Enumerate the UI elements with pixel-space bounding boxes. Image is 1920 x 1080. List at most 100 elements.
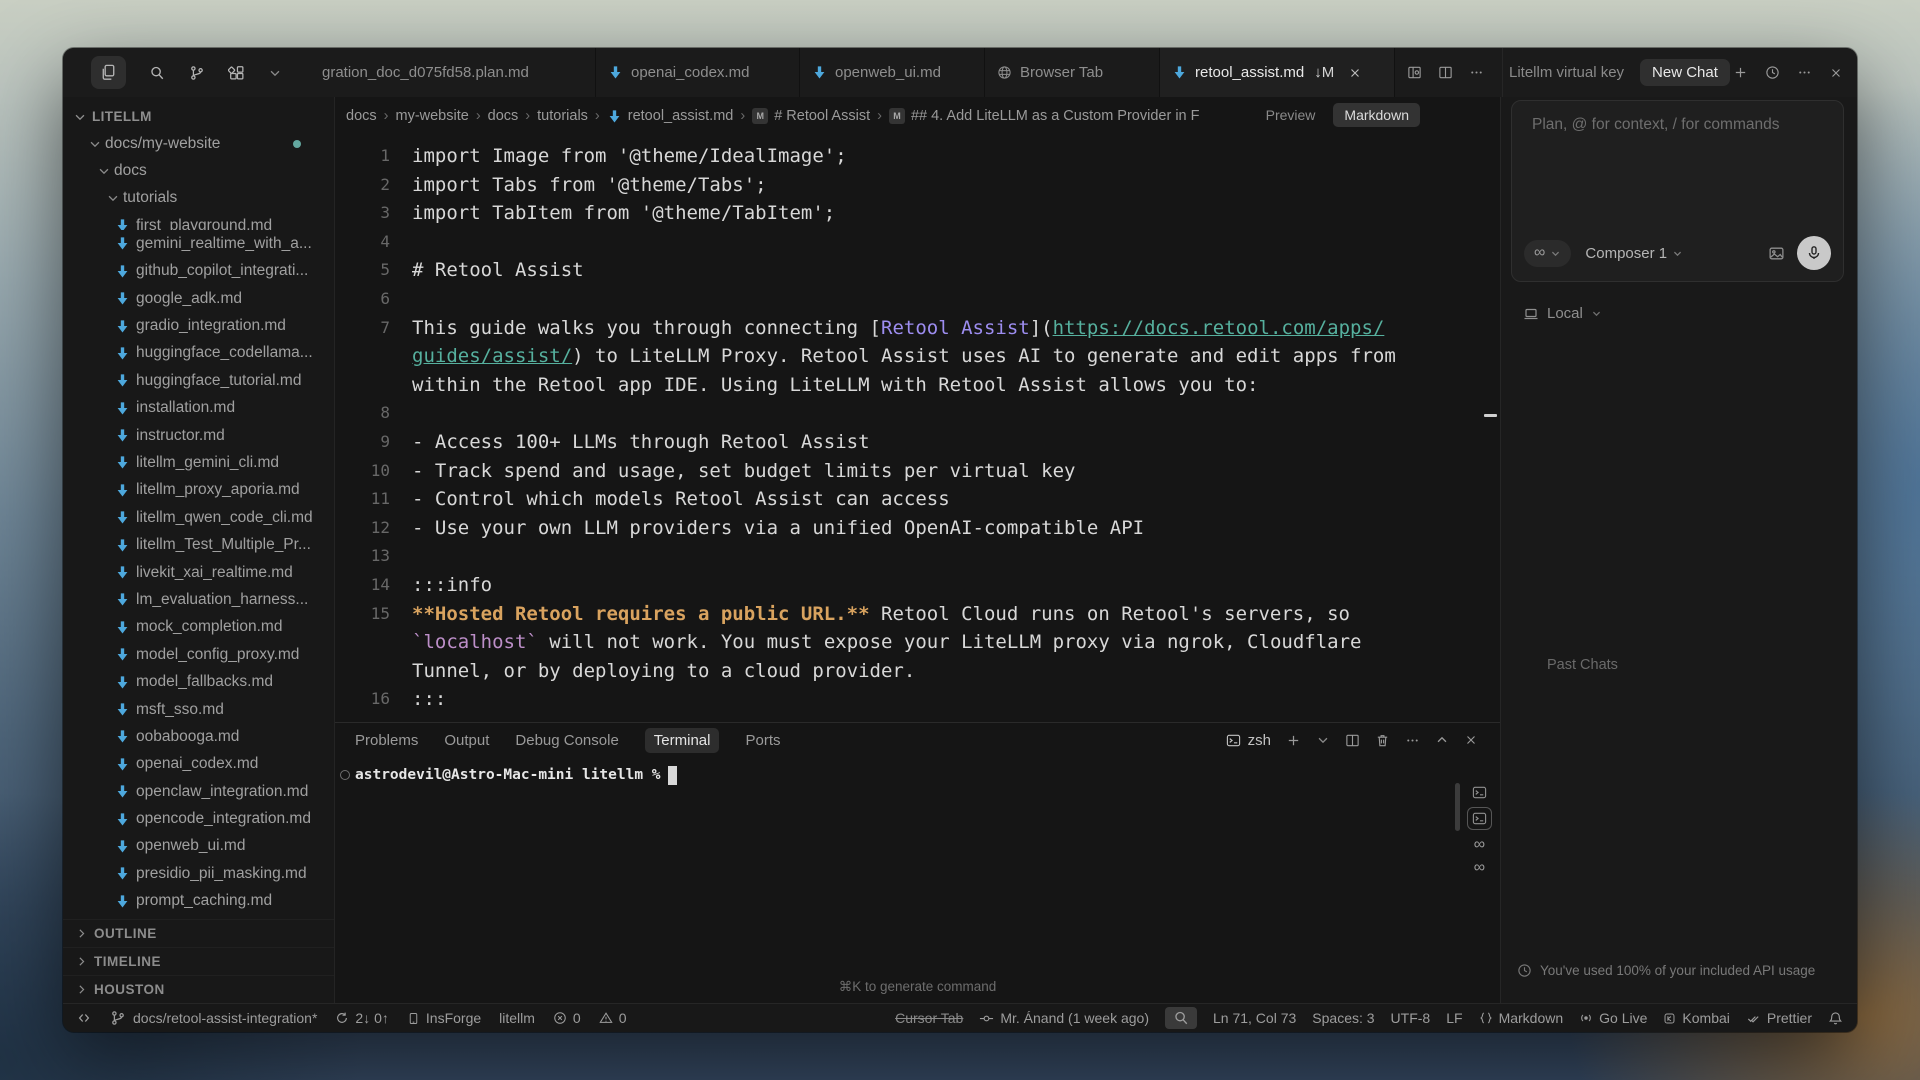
status-item-insforge[interactable]: InsForge xyxy=(407,1010,481,1026)
tree-file[interactable]: model_fallbacks.md xyxy=(63,668,334,695)
editor-tab[interactable]: gration_doc_d075fd58.plan.md xyxy=(310,48,596,97)
tree-file[interactable]: litellm_qwen_code_cli.md xyxy=(63,504,334,531)
status-item-0[interactable]: 0 xyxy=(553,1010,581,1026)
tree-file[interactable]: presidio_pii_masking.md xyxy=(63,860,334,887)
terminal-icon[interactable] xyxy=(1472,811,1487,826)
local-selector[interactable]: Local xyxy=(1523,305,1602,322)
past-chats-label[interactable]: Past Chats xyxy=(1547,657,1618,673)
terminal-body[interactable]: astrodevil@Astro-Mac-mini litellm % ⌘K t… xyxy=(335,757,1500,1003)
explorer-section-header[interactable]: LITELLM xyxy=(63,103,334,130)
infinity-icon[interactable]: ∞ xyxy=(1474,860,1485,876)
panel-tab-ports[interactable]: Ports xyxy=(745,732,780,749)
tree-file[interactable]: huggingface_codellama... xyxy=(63,340,334,367)
editor-tab[interactable]: openai_codex.md xyxy=(596,48,800,97)
extensions-icon[interactable] xyxy=(228,64,246,82)
tree-file[interactable]: litellm_proxy_aporia.md xyxy=(63,477,334,504)
close-panel-icon[interactable] xyxy=(1464,733,1478,747)
status-item-go-live[interactable]: Go Live xyxy=(1579,1010,1647,1026)
tree-file[interactable]: first_playground.md xyxy=(63,212,334,230)
history-icon[interactable] xyxy=(1765,65,1780,80)
plus-icon[interactable] xyxy=(1733,65,1748,80)
open-preview-side-icon[interactable] xyxy=(1407,65,1422,80)
status-item-litellm[interactable]: litellm xyxy=(499,1010,535,1026)
breadcrumb-item[interactable]: M# Retool Assist xyxy=(752,108,870,124)
status-item-lf[interactable]: LF xyxy=(1446,1010,1462,1026)
explorer-icon[interactable] xyxy=(91,56,126,89)
terminal-dropdown-icon[interactable] xyxy=(1316,733,1330,747)
breadcrumb-item[interactable]: M## 4. Add LiteLLM as a Custom Provider … xyxy=(889,108,1200,124)
panel-tab-terminal[interactable]: Terminal xyxy=(645,728,720,753)
model-selector[interactable]: Composer 1 xyxy=(1585,245,1683,262)
tree-file[interactable]: openclaw_integration.md xyxy=(63,778,334,805)
breadcrumb-item[interactable]: docs xyxy=(346,108,377,124)
tree-folder[interactable]: tutorials xyxy=(63,185,334,212)
status-item-utf-8[interactable]: UTF-8 xyxy=(1391,1010,1431,1026)
split-terminal-icon[interactable] xyxy=(1345,733,1360,748)
markdown-mode-button[interactable]: Markdown xyxy=(1333,103,1420,127)
tree-folder[interactable]: docs xyxy=(63,157,334,184)
new-terminal-icon[interactable] xyxy=(1286,733,1301,748)
status-item-ln-71-col-73[interactable]: Ln 71, Col 73 xyxy=(1213,1010,1296,1026)
tree-file[interactable]: msft_sso.md xyxy=(63,696,334,723)
more-actions-icon[interactable] xyxy=(1405,733,1420,748)
terminal-icon[interactable] xyxy=(1472,785,1487,800)
panel-tab-debug-console[interactable]: Debug Console xyxy=(515,732,618,749)
breadcrumb-item[interactable]: retool_assist.md xyxy=(607,108,734,124)
sidebar-section-timeline[interactable]: TIMELINE xyxy=(63,947,334,975)
tree-file[interactable]: gemini_realtime_with_a... xyxy=(63,230,334,257)
tree-file[interactable]: instructor.md xyxy=(63,422,334,449)
tree-file[interactable]: github_copilot_integrati... xyxy=(63,258,334,285)
status-item-kombai[interactable]: Kombai xyxy=(1663,1010,1729,1026)
tree-file[interactable]: opencode_integration.md xyxy=(63,805,334,832)
tree-file[interactable]: prompt_caching.md xyxy=(63,888,334,915)
more-actions-icon[interactable] xyxy=(1469,65,1484,80)
tree-file[interactable]: openai_codex.md xyxy=(63,751,334,778)
tree-file[interactable]: lm_evaluation_harness... xyxy=(63,586,334,613)
source-control-icon[interactable] xyxy=(188,64,206,82)
terminal-scrollbar[interactable] xyxy=(1455,783,1460,831)
tree-file[interactable]: litellm_Test_Multiple_Pr... xyxy=(63,531,334,558)
status-item[interactable] xyxy=(77,1011,91,1025)
status-item-markdown[interactable]: Markdown xyxy=(1479,1010,1564,1026)
tree-file[interactable]: litellm_gemini_cli.md xyxy=(63,449,334,476)
tree-folder[interactable]: docs/my-website xyxy=(63,130,334,157)
status-item[interactable] xyxy=(1828,1011,1843,1026)
breadcrumb-item[interactable]: tutorials xyxy=(537,108,588,124)
search-icon[interactable] xyxy=(148,64,166,82)
chat-tab[interactable]: New Chat xyxy=(1640,59,1730,86)
code-editor[interactable]: 1import Image from '@theme/IdealImage';2… xyxy=(335,135,1500,705)
chevron-down-icon[interactable] xyxy=(268,66,282,80)
more-icon[interactable] xyxy=(1797,65,1812,80)
status-item-prettier[interactable]: Prettier xyxy=(1746,1010,1812,1026)
tree-file[interactable]: installation.md xyxy=(63,395,334,422)
agent-mode-pill[interactable]: ∞ xyxy=(1524,240,1571,267)
terminal-instance-selected[interactable] xyxy=(1467,807,1492,830)
status-item-mr-nand-1-week-ago-[interactable]: Mr. Ánand (1 week ago) xyxy=(979,1010,1149,1026)
breadcrumb-item[interactable]: my-website xyxy=(395,108,468,124)
close-icon[interactable] xyxy=(1829,66,1843,80)
tree-file[interactable]: mock_completion.md xyxy=(63,614,334,641)
terminal-instance[interactable]: zsh xyxy=(1226,732,1271,749)
preview-button[interactable]: Preview xyxy=(1266,107,1316,123)
infinity-icon[interactable]: ∞ xyxy=(1474,837,1485,853)
editor-tab[interactable]: openweb_ui.md xyxy=(800,48,985,97)
status-item-2-0-[interactable]: 2↓ 0↑ xyxy=(335,1010,388,1026)
attach-image-icon[interactable] xyxy=(1768,245,1785,262)
tree-file[interactable]: openweb_ui.md xyxy=(63,833,334,860)
breadcrumb-item[interactable]: docs xyxy=(488,108,519,124)
status-item-0[interactable]: 0 xyxy=(599,1010,627,1026)
editor-tab[interactable]: retool_assist.md↓M xyxy=(1160,48,1395,97)
maximize-panel-icon[interactable] xyxy=(1435,733,1449,747)
status-item[interactable] xyxy=(1165,1007,1197,1029)
kill-terminal-icon[interactable] xyxy=(1375,733,1390,748)
microphone-button[interactable] xyxy=(1797,236,1831,270)
chat-input-box[interactable]: Plan, @ for context, / for commands ∞ Co… xyxy=(1511,100,1844,282)
panel-tab-output[interactable]: Output xyxy=(444,732,489,749)
status-item-docs-retool-assist-integration-[interactable]: docs/retool-assist-integration* xyxy=(109,1009,317,1027)
sidebar-section-houston[interactable]: HOUSTON xyxy=(63,975,334,1003)
panel-tab-problems[interactable]: Problems xyxy=(355,732,418,749)
close-icon[interactable] xyxy=(1348,66,1362,80)
tree-file[interactable]: huggingface_tutorial.md xyxy=(63,367,334,394)
tree-file[interactable]: google_adk.md xyxy=(63,285,334,312)
chat-tab[interactable]: Litellm virtual key xyxy=(1509,64,1624,81)
